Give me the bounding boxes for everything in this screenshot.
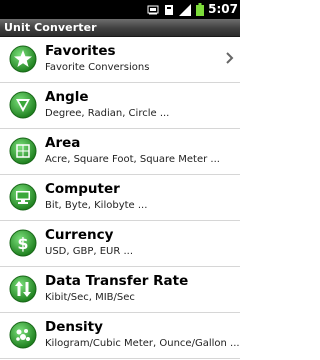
title-bar: Unit Converter — [0, 19, 240, 37]
list-item-density[interactable]: Density Kilogram/Cubic Meter, Ounce/Gall… — [0, 313, 240, 359]
list-item-subtitle: Kilogram/Cubic Meter, Ounce/Gallon ... — [45, 338, 240, 349]
currency-icon: $ — [9, 229, 37, 257]
status-bar: 5:07 — [0, 0, 240, 19]
category-list: Favorites Favorite Conversions Angle Deg… — [0, 37, 240, 359]
signal-icon — [179, 3, 192, 16]
list-item-area[interactable]: Area Acre, Square Foot, Square Meter ... — [0, 129, 240, 175]
computer-icon — [9, 183, 37, 211]
list-item-subtitle: Favorite Conversions — [45, 62, 150, 73]
area-icon — [9, 137, 37, 165]
battery-icon — [196, 3, 205, 16]
list-item-favorites[interactable]: Favorites Favorite Conversions — [0, 37, 240, 83]
list-item-title: Currency — [45, 227, 114, 243]
list-item-title: Computer — [45, 181, 120, 197]
chevron-right-icon — [226, 52, 234, 64]
svg-text:$: $ — [17, 234, 28, 253]
list-item-title: Density — [45, 319, 103, 335]
status-time: 5:07 — [208, 2, 238, 16]
list-item-title: Area — [45, 135, 81, 151]
notification-icon — [165, 4, 174, 15]
density-icon — [9, 321, 37, 349]
list-item-title: Favorites — [45, 43, 116, 59]
usb-debug-icon — [147, 5, 159, 14]
list-item-title: Angle — [45, 89, 89, 105]
list-item-angle[interactable]: Angle Degree, Radian, Circle ... — [0, 83, 240, 129]
star-icon — [9, 45, 37, 73]
list-item-subtitle: Kibit/Sec, MIB/Sec — [45, 292, 135, 303]
angle-icon — [9, 91, 37, 119]
list-item-currency[interactable]: $ Currency USD, GBP, EUR ... — [0, 221, 240, 267]
list-item-subtitle: Degree, Radian, Circle ... — [45, 108, 170, 119]
transfer-icon — [9, 275, 37, 303]
list-item-data-transfer-rate[interactable]: Data Transfer Rate Kibit/Sec, MIB/Sec — [0, 267, 240, 313]
list-item-subtitle: Bit, Byte, Kilobyte ... — [45, 200, 148, 211]
list-item-subtitle: Acre, Square Foot, Square Meter ... — [45, 154, 220, 165]
list-item-subtitle: USD, GBP, EUR ... — [45, 246, 134, 257]
list-item-computer[interactable]: Computer Bit, Byte, Kilobyte ... — [0, 175, 240, 221]
list-item-title: Data Transfer Rate — [45, 273, 189, 289]
app-title: Unit Converter — [4, 21, 97, 34]
